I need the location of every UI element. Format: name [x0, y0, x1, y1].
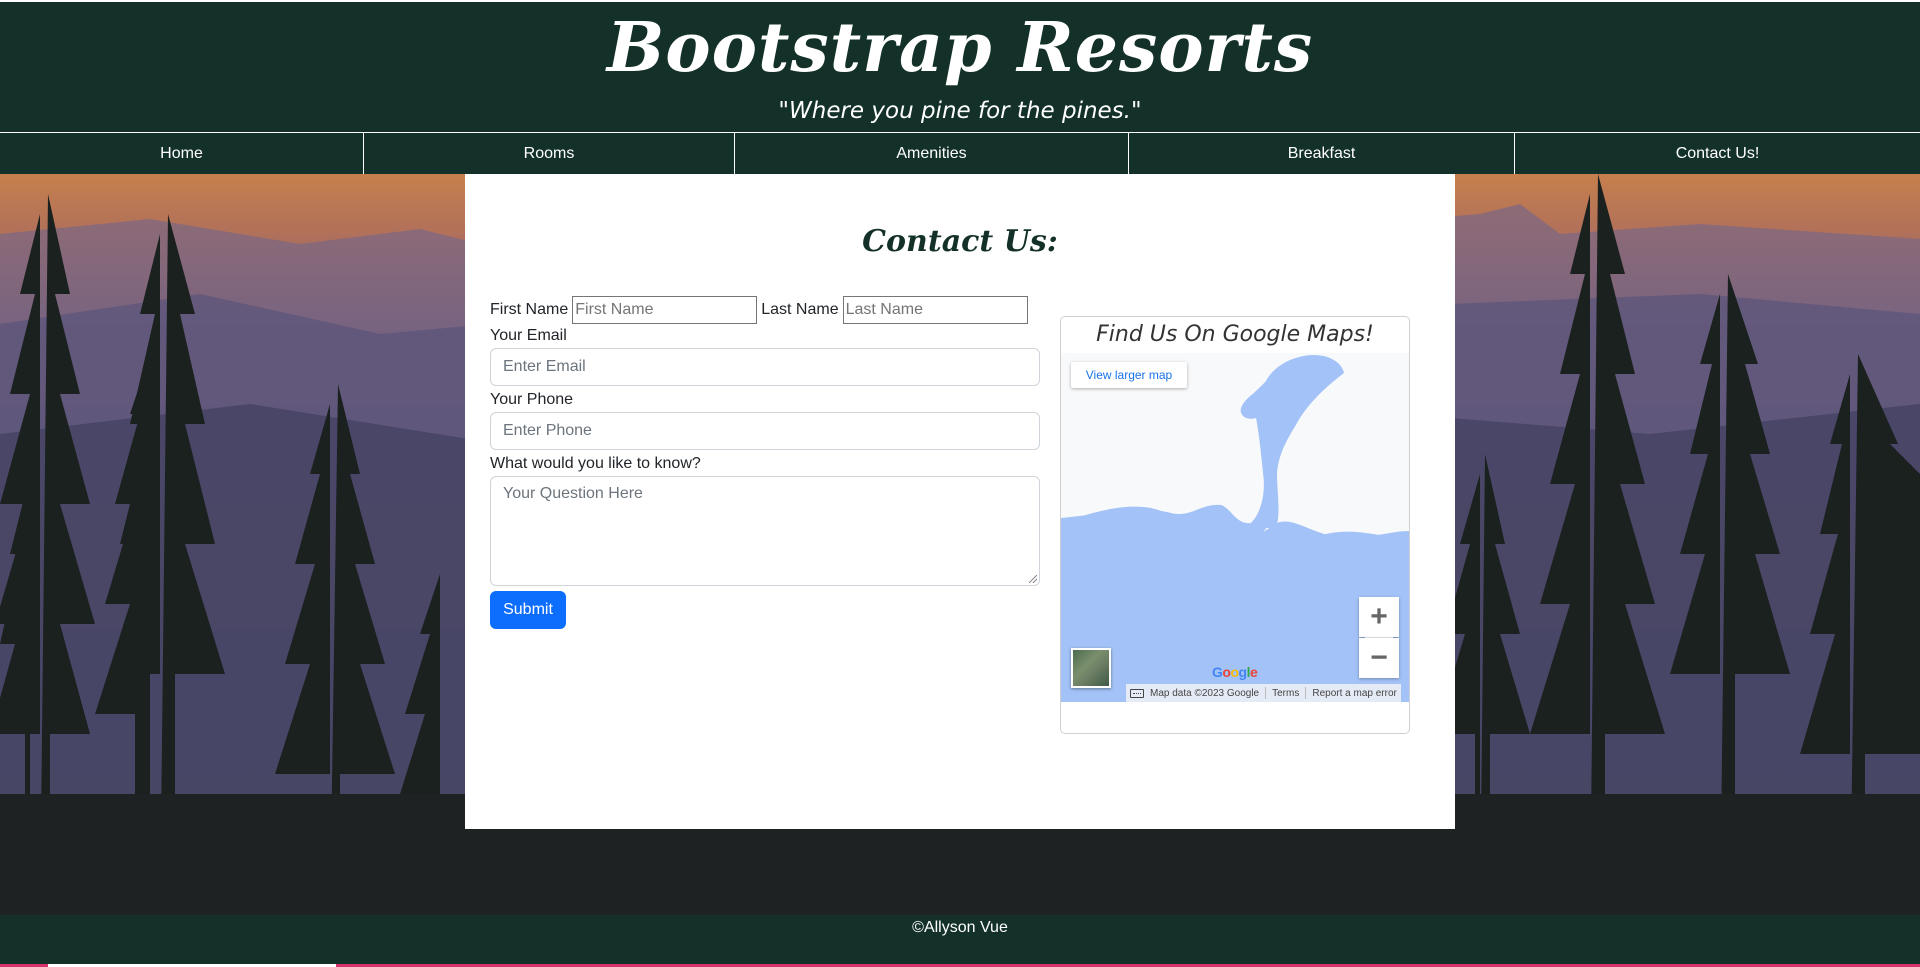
map-attribution: Map data ©2023 Google Terms Report a map… — [1126, 684, 1401, 702]
google-logo: Google — [1212, 664, 1258, 680]
map-water-shape — [1061, 354, 1409, 702]
report-map-error-link[interactable]: Report a map error — [1312, 688, 1396, 699]
name-row: First Name First Name Last Name Last Nam… — [490, 296, 1040, 324]
contact-title: Contact Us: — [862, 224, 1058, 259]
nav-rooms[interactable]: Rooms — [364, 133, 735, 174]
email-input[interactable]: Enter Email — [490, 348, 1040, 386]
last-name-label: Last Name — [761, 301, 839, 318]
contact-section: Contact Us: First Name First Name Last N… — [465, 174, 1455, 829]
first-name-input[interactable]: First Name — [572, 296, 758, 324]
last-name-input[interactable]: Last Name — [842, 296, 1028, 324]
satellite-layer-toggle[interactable] — [1071, 648, 1111, 688]
resize-handle-icon[interactable] — [1029, 575, 1037, 583]
terms-link[interactable]: Terms — [1272, 688, 1299, 699]
copyright-text: ©Allyson Vue — [912, 919, 1008, 936]
zoom-in-button[interactable]: + — [1359, 597, 1399, 637]
email-label: Your Email — [490, 327, 567, 344]
nav-breakfast[interactable]: Breakfast — [1129, 133, 1515, 174]
nav-home[interactable]: Home — [0, 133, 364, 174]
brand-title: Bootstrap Resorts — [606, 8, 1314, 88]
nav-contact[interactable]: Contact Us! — [1515, 133, 1920, 174]
google-map[interactable]: View larger map + − Google Map data ©202… — [1061, 353, 1409, 702]
main-navbar: Home Rooms Amenities Breakfast Contact U… — [0, 132, 1920, 174]
view-larger-map-link[interactable]: View larger map — [1071, 362, 1187, 388]
map-data-text: Map data ©2023 Google — [1150, 687, 1260, 699]
map-title: Find Us On Google Maps! — [1096, 322, 1374, 347]
map-card: Find Us On Google Maps! View larger map … — [1060, 316, 1410, 734]
nav-amenities[interactable]: Amenities — [735, 133, 1129, 174]
submit-button[interactable]: Submit — [490, 591, 566, 629]
phone-input[interactable]: Enter Phone — [490, 412, 1040, 450]
contact-form: First Name First Name Last Name Last Nam… — [490, 296, 1040, 629]
phone-label: Your Phone — [490, 391, 574, 408]
question-label: What would you like to know? — [490, 455, 701, 472]
first-name-label: First Name — [490, 301, 569, 318]
site-header: Bootstrap Resorts "Where you pine for th… — [0, 0, 1920, 132]
question-placeholder: Your Question Here — [503, 485, 643, 502]
question-textarea[interactable]: Your Question Here — [490, 476, 1040, 586]
zoom-out-button[interactable]: − — [1359, 638, 1399, 678]
site-footer: ©Allyson Vue — [0, 915, 1920, 967]
tagline: "Where you pine for the pines." — [778, 98, 1142, 124]
keyboard-shortcuts-icon[interactable] — [1130, 688, 1144, 698]
